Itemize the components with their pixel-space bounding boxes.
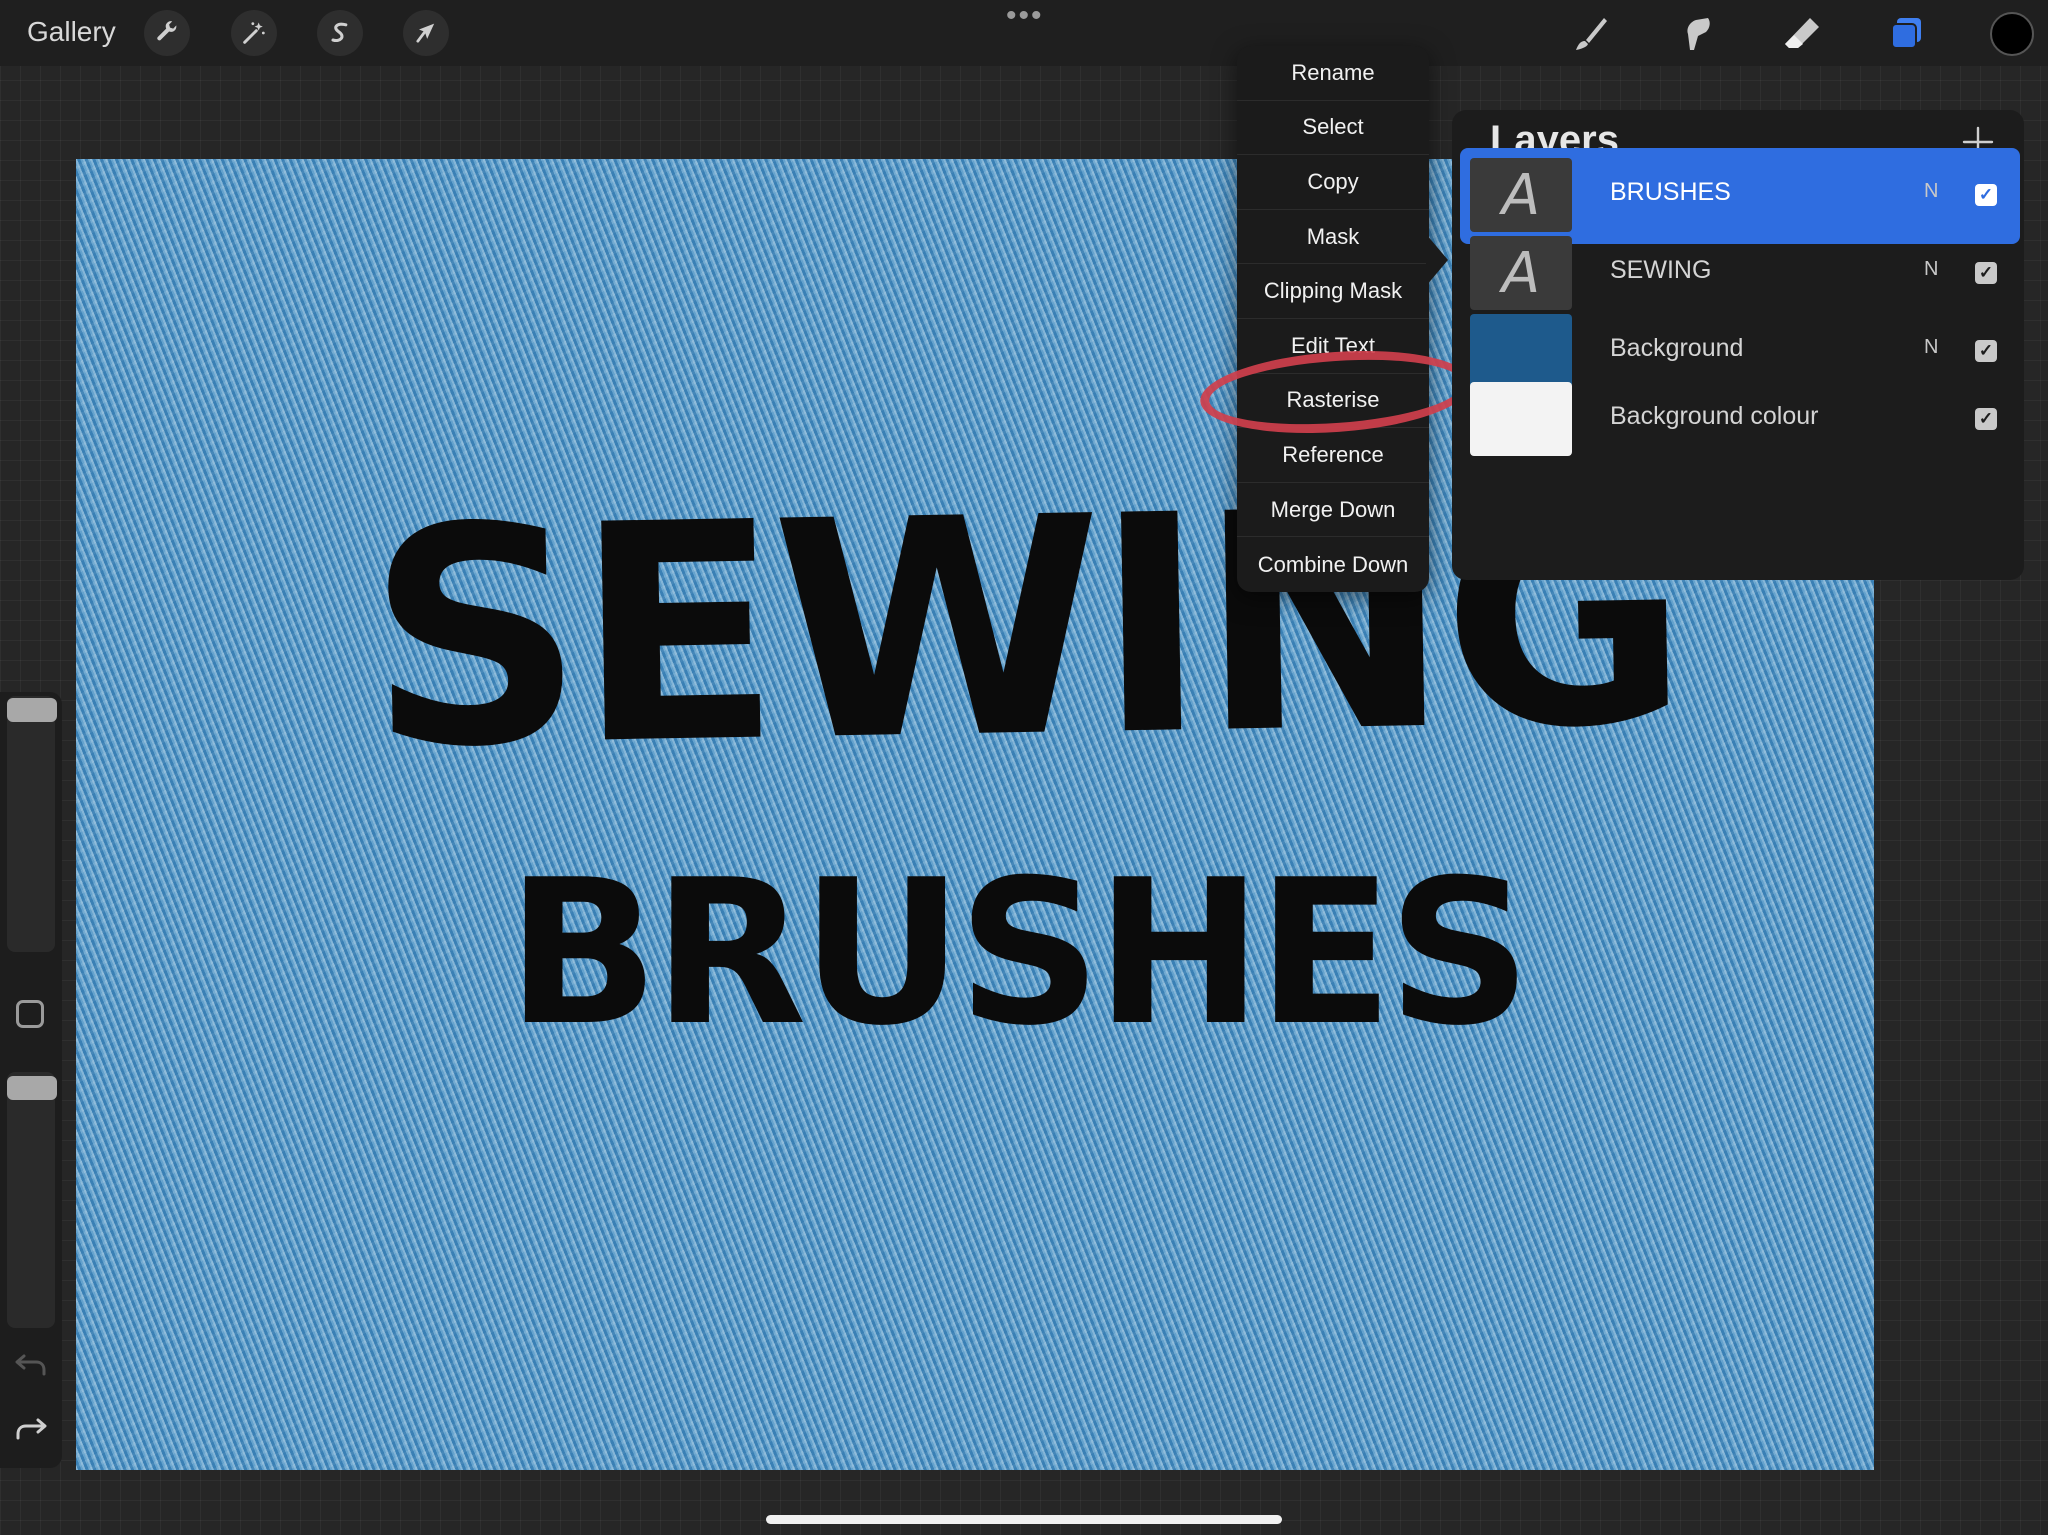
layer-options-menu: Rename Select Copy Mask Clipping Mask Edit Te… [1237,46,1429,592]
menu-item[interactable]: Mask [1237,210,1429,265]
opacity-thumb[interactable] [7,1076,57,1100]
smudge-icon[interactable] [1674,12,1718,56]
menu-item[interactable]: Rename [1237,46,1429,101]
redo-icon[interactable] [14,1414,48,1444]
top-toolbar: Gallery ••• [0,0,2048,66]
layer-name: SEWING [1610,256,1712,284]
home-indicator[interactable] [766,1515,1282,1524]
menu-item[interactable]: Select [1237,101,1429,156]
visibility-checkbox[interactable]: ✓ [1975,408,1997,430]
layer-name: Background [1610,334,1744,362]
undo-icon[interactable] [14,1350,48,1380]
layer-name: BRUSHES [1610,178,1731,206]
blend-mode-button[interactable]: N [1924,336,1938,359]
color-picker-swatch[interactable] [1990,12,2034,56]
modify-button[interactable] [16,1000,44,1028]
wrench-icon[interactable] [144,10,190,56]
layer-name: Background colour [1610,402,1819,430]
layers-panel: Layers A BRUSHES N ✓ A SEWING N ✓ Background N ✓ Ba… [1452,110,2024,580]
layer-row[interactable]: Background colour ✓ [1460,372,2020,468]
selection-icon[interactable] [317,10,363,56]
opacity-slider[interactable] [7,1072,55,1328]
layers-icon[interactable] [1885,12,1929,56]
brush-size-slider[interactable] [7,696,55,952]
visibility-checkbox[interactable]: ✓ [1975,340,1997,362]
layer-thumbnail [1470,382,1572,456]
menu-item[interactable]: Copy [1237,155,1429,210]
gallery-button[interactable]: Gallery [27,16,116,48]
more-options-icon[interactable]: ••• [1006,1,1044,31]
menu-pointer [1426,234,1448,286]
brush-size-thumb[interactable] [7,698,57,722]
canvas-text-brushes: BRUSHES [506,837,1532,1070]
blend-mode-button[interactable]: N [1924,258,1938,281]
visibility-checkbox[interactable]: ✓ [1975,262,1997,284]
layer-thumbnail: A [1470,236,1572,310]
menu-item[interactable]: Combine Down [1237,537,1429,592]
menu-item[interactable]: Reference [1237,428,1429,483]
blend-mode-button[interactable]: N [1924,180,1938,203]
visibility-checkbox[interactable]: ✓ [1975,184,1997,206]
menu-item[interactable]: Clipping Mask [1237,264,1429,319]
menu-item[interactable]: Merge Down [1237,483,1429,538]
transform-arrow-icon[interactable] [403,10,449,56]
magic-wand-icon[interactable] [231,10,277,56]
brush-icon[interactable] [1568,12,1612,56]
layer-thumbnail: A [1470,158,1572,232]
eraser-icon[interactable] [1780,12,1824,56]
